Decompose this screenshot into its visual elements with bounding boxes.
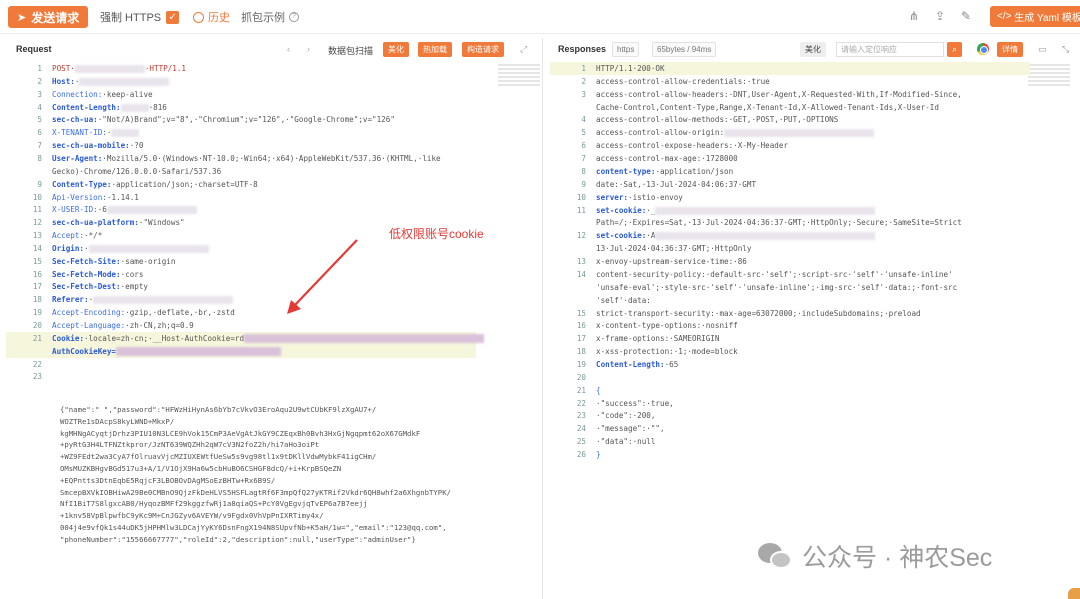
watermark: 公众号 · 神农Sec [756,538,992,574]
corner-badge-icon [1068,588,1080,599]
annotation-label: 低权限账号cookie [389,227,484,241]
watermark-text: 公众号 · 神农Sec [802,544,993,572]
wechat-icon [756,539,796,573]
annotation-arrow [287,239,358,314]
